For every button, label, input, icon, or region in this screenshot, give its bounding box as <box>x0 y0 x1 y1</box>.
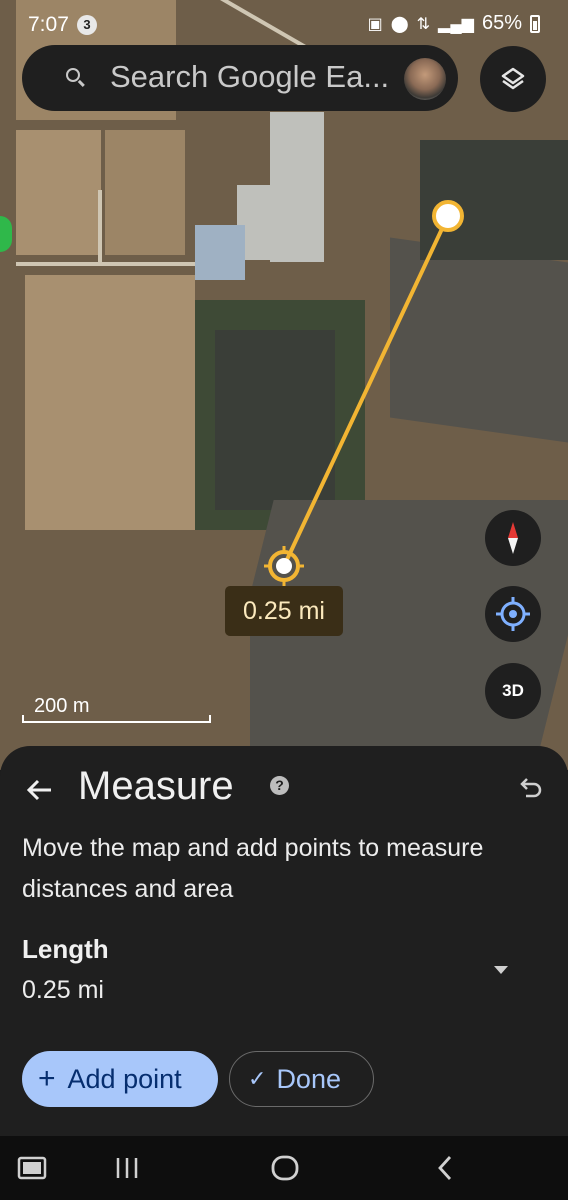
status-bar: 7:07 3 ▣ ⬤ ⇅ ▂▄▆ 65% <box>0 0 568 50</box>
layers-button[interactable] <box>480 46 546 112</box>
help-icon[interactable]: ? <box>270 776 289 795</box>
measure-path <box>264 200 464 586</box>
check-icon: ✓ <box>248 1066 267 1091</box>
my-location-icon <box>496 597 530 631</box>
scale-bar: 200 m <box>22 695 212 723</box>
clock: 7:07 <box>28 13 69 36</box>
measure-sheet: Measure ? Move the map and add points to… <box>0 746 568 1136</box>
undo-button[interactable] <box>512 770 548 806</box>
undo-icon <box>520 778 542 798</box>
satellite-map[interactable]: 0.25 mi 200 m 3D <box>0 0 568 770</box>
network-4g-icon: ⇅ <box>416 15 431 33</box>
recent-apps-icon[interactable] <box>112 1150 142 1186</box>
measure-point-start <box>432 200 464 232</box>
back-arrow-icon <box>26 779 51 801</box>
done-button[interactable]: ✓ Done <box>229 1051 374 1107</box>
battery-percent: 65% <box>481 12 522 34</box>
back-button[interactable] <box>20 770 60 810</box>
measure-crosshair <box>264 546 304 586</box>
compass-icon <box>508 522 518 554</box>
measure-instructions: Move the map and add points to measure d… <box>22 834 484 903</box>
3d-toggle-button[interactable]: 3D <box>485 663 541 719</box>
done-label: Done <box>276 1063 341 1094</box>
account-avatar[interactable] <box>404 58 446 100</box>
length-label: Length <box>22 934 109 964</box>
home-icon[interactable] <box>268 1150 302 1186</box>
nav-back-icon[interactable] <box>432 1150 458 1186</box>
add-point-button[interactable]: + Add point <box>22 1051 218 1107</box>
system-nav-bar <box>0 1136 568 1200</box>
sheet-title: Measure <box>78 764 234 808</box>
nfc-icon: ▣ <box>367 15 383 33</box>
length-value: 0.25 mi <box>22 976 104 1004</box>
screenshot-icon[interactable] <box>16 1150 48 1186</box>
measure-segment <box>282 215 450 567</box>
search-icon <box>66 68 80 82</box>
search-input[interactable]: Search Google Ea... <box>110 59 410 95</box>
search-bar[interactable]: Search Google Ea... <box>22 45 458 111</box>
my-location-button[interactable] <box>485 586 541 642</box>
status-icons: ▣ ⬤ ⇅ ▂▄▆ 65% <box>368 12 540 35</box>
notification-badge: 3 <box>77 15 97 35</box>
signal-icon: ▂▄▆ <box>438 15 474 33</box>
location-icon: ⬤ <box>390 15 409 33</box>
layers-icon <box>501 67 525 90</box>
battery-icon <box>530 14 540 33</box>
plus-icon: + <box>38 1062 56 1095</box>
scale-line <box>22 715 211 723</box>
distance-label: 0.25 mi <box>225 586 343 636</box>
chevron-down-icon[interactable] <box>494 966 508 974</box>
add-point-label: Add point <box>67 1063 182 1094</box>
compass-button[interactable] <box>485 510 541 566</box>
